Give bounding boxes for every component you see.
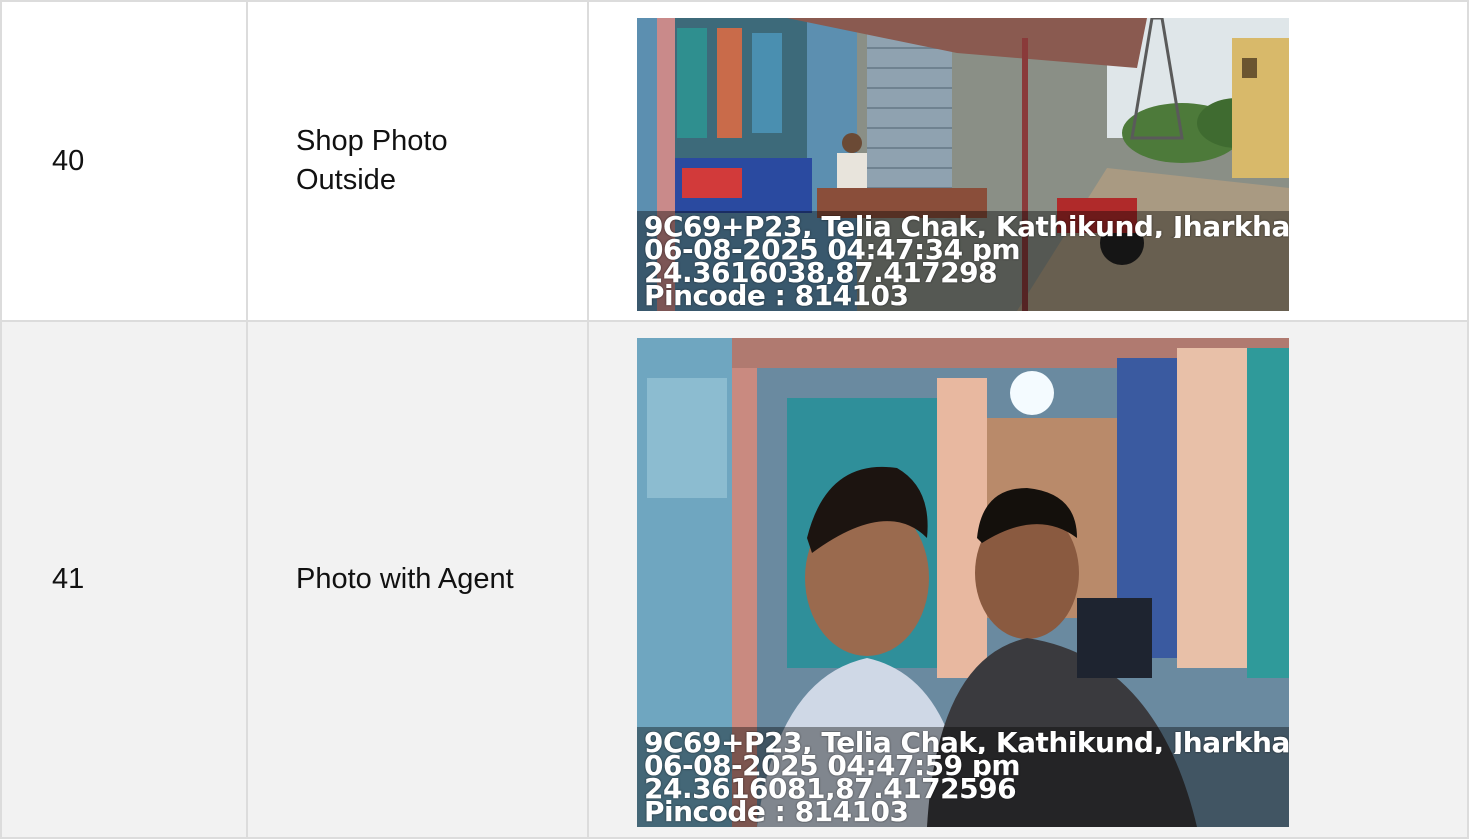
geotag-coordinates: 24.3616081,87.4172596 <box>644 777 1017 800</box>
photo-geotag-overlay: 9C69+P23, Telia Chak, Kathikund, Jharkha… <box>637 211 1289 311</box>
geotag-pincode: Pincode : 814103 <box>644 284 909 307</box>
photo-cell: 9C69+P23, Telia Chak, Kathikund, Jharkha… <box>587 0 1469 322</box>
table-row: 41 Photo with Agent 9C69+P23, Telia Chak… <box>0 320 1469 839</box>
geotag-datetime: 06-08-2025 04:47:34 pm <box>644 238 1021 261</box>
row-number: 41 <box>0 320 248 839</box>
photo-cell: 9C69+P23, Telia Chak, Kathikund, Jharkha… <box>587 320 1469 839</box>
photo-geotag-overlay: 9C69+P23, Telia Chak, Kathikund, Jharkha… <box>637 727 1289 827</box>
row-label: Photo with Agent <box>296 563 514 595</box>
agent-photo: 9C69+P23, Telia Chak, Kathikund, Jharkha… <box>637 338 1289 827</box>
row-number: 40 <box>0 0 248 322</box>
geotag-datetime: 06-08-2025 04:47:59 pm <box>644 754 1021 777</box>
geotag-coordinates: 24.3616038,87.417298 <box>644 261 998 284</box>
row-label-cell: Photo with Agent <box>246 320 589 839</box>
shop-outside-photo: 9C69+P23, Telia Chak, Kathikund, Jharkha… <box>637 18 1289 311</box>
geotag-address: 9C69+P23, Telia Chak, Kathikund, Jharkha… <box>644 215 1289 238</box>
geotag-pincode: Pincode : 814103 <box>644 800 909 823</box>
row-label-cell: Shop Photo Outside <box>246 0 589 322</box>
geotag-address: 9C69+P23, Telia Chak, Kathikund, Jharkha… <box>644 731 1289 754</box>
row-label: Shop Photo Outside <box>296 125 448 196</box>
table-row: 40 Shop Photo Outside 9C69+P23, Telia Ch… <box>0 0 1469 322</box>
photo-report-table: 40 Shop Photo Outside 9C69+P23, Telia Ch… <box>0 0 1469 839</box>
